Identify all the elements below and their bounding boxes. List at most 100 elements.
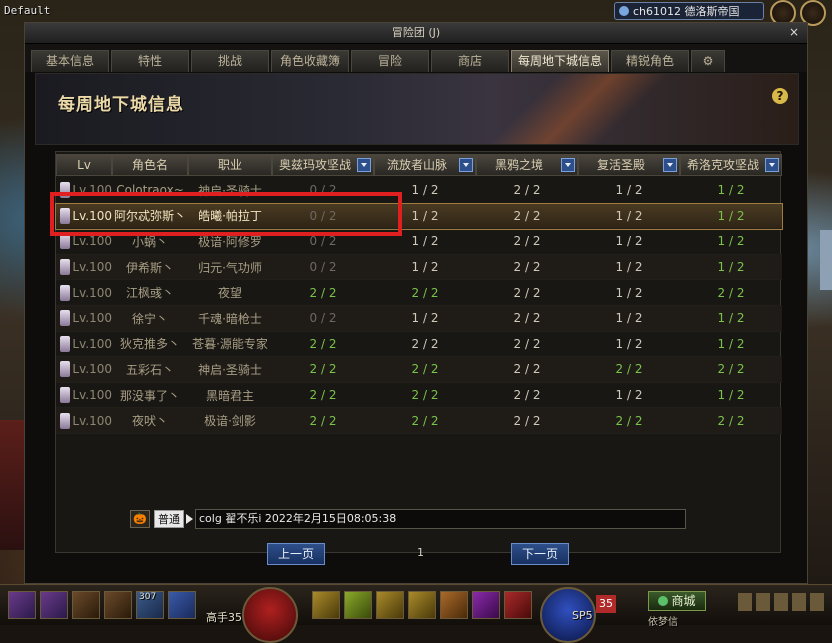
skill-slot-13[interactable] xyxy=(504,591,532,619)
tab-basic-info[interactable]: 基本信息 xyxy=(31,50,109,72)
tab-shop[interactable]: 商店 xyxy=(431,50,509,72)
rank-label: 高手35 xyxy=(206,611,242,624)
dungeon-progress: 1 / 2 xyxy=(615,388,643,403)
menu-icon-4[interactable] xyxy=(792,593,806,611)
help-icon[interactable]: ? xyxy=(772,88,788,104)
table-row[interactable]: Lv.100 伊希斯丶 归元·气功师 0 / 2 1 / 2 2 / 2 1 / 2 1 / … xyxy=(56,254,782,281)
dungeon-progress: 0 / 2 xyxy=(309,260,337,275)
character-job: 极谙·阿修罗 xyxy=(198,234,262,249)
level-text: Lv.100 xyxy=(72,336,112,351)
level-text: Lv.100 xyxy=(72,285,112,300)
character-name: 夜吠丶 xyxy=(131,414,168,429)
level-text: Lv.100 xyxy=(72,413,112,428)
chevron-down-icon[interactable] xyxy=(663,158,677,172)
level-cell: Lv.100 xyxy=(56,207,112,224)
chevron-down-icon[interactable] xyxy=(459,158,473,172)
table-row[interactable]: Lv.100 江枫彧丶 夜望 2 / 2 2 / 2 2 / 2 1 / 2 2 / 2 xyxy=(56,280,782,306)
header-temple-dropdown[interactable]: 复活圣殿 xyxy=(578,154,680,176)
menu-icon-1[interactable] xyxy=(738,593,752,611)
table-row[interactable]: Lv.100 五彩石丶 神启·圣骑士 2 / 2 2 / 2 2 / 2 2 / 2 2 / … xyxy=(56,357,782,383)
shop-button[interactable]: 商城 xyxy=(648,591,706,611)
level-cell: Lv.100 xyxy=(56,233,112,250)
avatar-icon xyxy=(60,361,71,378)
close-icon[interactable]: × xyxy=(787,25,801,39)
level-text: Lv.100 xyxy=(72,388,112,403)
avatar-icon xyxy=(60,387,71,404)
tab-weekly-dungeon[interactable]: 每周地下城信息 xyxy=(511,50,609,72)
table-row[interactable]: Lv.100 Colotraox~ 神启·圣骑士 0 / 2 1 / 2 2 / 2 1 /… xyxy=(56,178,782,204)
menu-icon-5[interactable] xyxy=(810,593,824,611)
skill-slot-6[interactable] xyxy=(168,591,196,619)
skill-slot-2[interactable] xyxy=(40,591,68,619)
avatar-icon xyxy=(60,284,71,301)
avatar-icon xyxy=(60,207,71,224)
header-exile-dropdown[interactable]: 流放者山脉 xyxy=(374,154,476,176)
table-row[interactable]: Lv.100 夜吠丶 极谙·剑影 2 / 2 2 / 2 2 / 2 2 / 2 2 / 2 xyxy=(56,408,782,434)
skill-slot-12[interactable] xyxy=(472,591,500,619)
skill-slot-3[interactable] xyxy=(72,591,100,619)
character-name: 江枫彧丶 xyxy=(125,286,174,301)
menu-icon-2[interactable] xyxy=(756,593,770,611)
header-temple-label: 复活圣殿 xyxy=(596,158,645,172)
dungeon-progress: 1 / 2 xyxy=(411,208,439,223)
dungeon-progress: 2 / 2 xyxy=(309,388,337,403)
level-cell: Lv.100 xyxy=(56,310,112,327)
chevron-down-icon[interactable] xyxy=(357,158,371,172)
tab-bar: 基本信息 特性 挑战 角色收藏簿 冒险 商店 每周地下城信息 精锐角色 ⚙ xyxy=(25,44,807,72)
skill-slot-4[interactable] xyxy=(104,591,132,619)
skill-slot-8[interactable] xyxy=(344,591,372,619)
character-name: 小蜗丶 xyxy=(131,234,168,249)
prev-page-button[interactable]: 上一页 xyxy=(267,543,325,565)
table-row[interactable]: Lv.100 徐宁丶 千魂·暗枪士 0 / 2 1 / 2 2 / 2 1 / 2 1 / 2 xyxy=(56,305,782,332)
level-text: Lv.100 xyxy=(72,183,112,198)
chevron-down-icon[interactable] xyxy=(765,158,779,172)
skill-slot-9[interactable] xyxy=(376,591,404,619)
dungeon-progress: 1 / 2 xyxy=(615,336,643,351)
menu-icon-3[interactable] xyxy=(774,593,788,611)
dungeon-progress: 1 / 2 xyxy=(717,388,745,403)
character-job: 皓曦·帕拉丁 xyxy=(198,209,262,224)
skill-slot-1[interactable] xyxy=(8,591,36,619)
chat-channel-button[interactable]: 普通 xyxy=(154,510,184,528)
chevron-down-icon[interactable] xyxy=(561,158,575,172)
chat-bar: 🎃 普通 colg 翟不乐i 2022年2月15日08:05:38 xyxy=(130,508,686,530)
skill-slot-11[interactable] xyxy=(440,591,468,619)
dungeon-progress: 2 / 2 xyxy=(717,413,745,428)
character-name: 徐宁丶 xyxy=(131,311,168,326)
chat-input[interactable]: colg 翟不乐i 2022年2月15日08:05:38 xyxy=(195,509,686,529)
skill-slot-7[interactable] xyxy=(312,591,340,619)
character-name: 伊希斯丶 xyxy=(125,260,174,275)
next-page-button[interactable]: 下一页 xyxy=(511,543,569,565)
weekly-dungeon-banner: 每周地下城信息 ? xyxy=(35,73,799,145)
dungeon-progress: 1 / 2 xyxy=(615,311,643,326)
table-row[interactable]: Lv.100 小蜗丶 极谙·阿修罗 0 / 2 1 / 2 2 / 2 1 / 2 1 / 2 xyxy=(56,229,782,255)
level-text: Lv.100 xyxy=(72,260,112,275)
dungeon-progress: 2 / 2 xyxy=(717,362,745,377)
header-ozma-dropdown[interactable]: 奥兹玛攻坚战 xyxy=(272,154,374,176)
dungeon-progress: 1 / 2 xyxy=(411,311,439,326)
dungeon-progress: 1 / 2 xyxy=(411,183,439,198)
skill-slot-10[interactable] xyxy=(408,591,436,619)
header-sirocco-dropdown[interactable]: 希洛克攻坚战 xyxy=(680,154,782,176)
level-text: Lv.100 xyxy=(72,234,112,249)
header-raven-dropdown[interactable]: 黑鸦之境 xyxy=(476,154,578,176)
pumpkin-icon[interactable]: 🎃 xyxy=(130,510,150,528)
table-row[interactable]: Lv.100 狄克推多丶 苍暮·源能专家 2 / 2 2 / 2 2 / 2 1 / 2 1 … xyxy=(56,332,782,358)
skill-slot-5[interactable]: 307 xyxy=(136,591,164,619)
tab-settings[interactable]: ⚙ xyxy=(691,50,725,72)
tab-traits[interactable]: 特性 xyxy=(111,50,189,72)
tab-collection[interactable]: 角色收藏簿 xyxy=(271,50,349,72)
dungeon-progress: 1 / 2 xyxy=(717,234,745,249)
tab-elite-characters[interactable]: 精锐角色 xyxy=(611,50,689,72)
play-arrow-icon xyxy=(186,514,193,524)
table-row[interactable]: Lv.100 阿尔忒弥斯丶 皓曦·帕拉丁 0 / 2 1 / 2 2 / 2 1 / 2 1 … xyxy=(55,202,783,231)
default-label: Default xyxy=(4,4,51,17)
server-indicator[interactable]: ch61012 德洛斯帝国 xyxy=(614,2,764,20)
header-job: 职业 xyxy=(188,154,272,176)
avatar-icon xyxy=(60,335,71,352)
tab-adventure[interactable]: 冒险 xyxy=(351,50,429,72)
window-titlebar[interactable]: 冒险团 (J) × xyxy=(25,23,807,44)
table-row[interactable]: Lv.100 那没事了丶 黑暗君主 2 / 2 2 / 2 2 / 2 1 / 2 1 / 2 xyxy=(56,383,782,409)
page-number: 1 xyxy=(417,546,424,559)
tab-challenge[interactable]: 挑战 xyxy=(191,50,269,72)
